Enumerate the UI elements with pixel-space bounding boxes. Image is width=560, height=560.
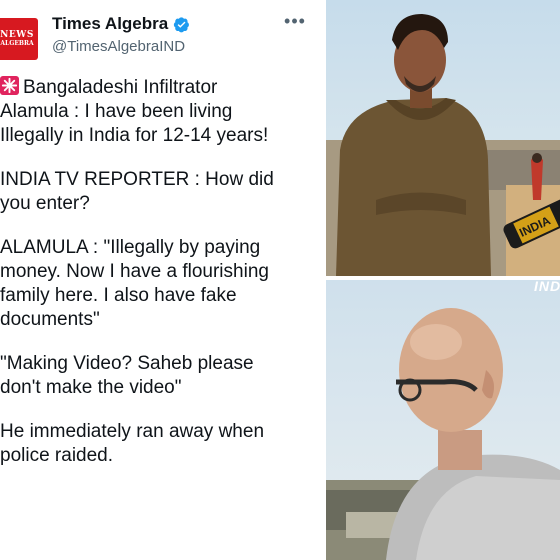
video-still-1-image: INDIA: [326, 0, 560, 276]
video-still-2[interactable]: [326, 280, 560, 560]
tweet-panel: NEWS ALGEBRA Times Algebra @TimesAlgebra…: [0, 0, 324, 560]
tweet-paragraph-4: "Making Video? Saheb please don't make t…: [0, 353, 254, 398]
siren-icon: [0, 76, 19, 95]
tweet-paragraph-5: He immediately ran away when police raid…: [0, 421, 265, 466]
tweet-paragraph: Bangaladeshi Infiltrator Alamula : I hav…: [0, 76, 320, 148]
tweet-paragraph-1: Bangaladeshi Infiltrator Alamula : I hav…: [0, 77, 269, 146]
video-still-1[interactable]: INDIA: [326, 0, 560, 276]
more-options-icon[interactable]: •••: [284, 12, 306, 34]
avatar-logo-line1: NEWS: [0, 30, 34, 40]
tweet-paragraph-2: INDIA TV REPORTER : How did you enter?: [0, 169, 274, 214]
tweet-paragraph-3: ALAMULA : "Illegally by paying money. No…: [0, 237, 269, 330]
tweet-body: Bangaladeshi Infiltrator Alamula : I hav…: [0, 76, 320, 488]
avatar-logo-line2: ALGEBRA: [0, 40, 34, 47]
channel-watermark: INDI: [534, 278, 560, 294]
media-panel: INDIA INDI: [326, 0, 560, 560]
account-name[interactable]: Times Algebra: [52, 14, 168, 34]
verified-badge-icon: [174, 16, 190, 32]
account-avatar[interactable]: NEWS ALGEBRA: [0, 18, 38, 60]
account-handle[interactable]: @TimesAlgebraIND: [52, 38, 185, 55]
video-still-2-image: [326, 280, 560, 560]
account-name-row: Times Algebra: [52, 14, 190, 34]
tweet-header: NEWS ALGEBRA Times Algebra @TimesAlgebra…: [0, 0, 324, 66]
